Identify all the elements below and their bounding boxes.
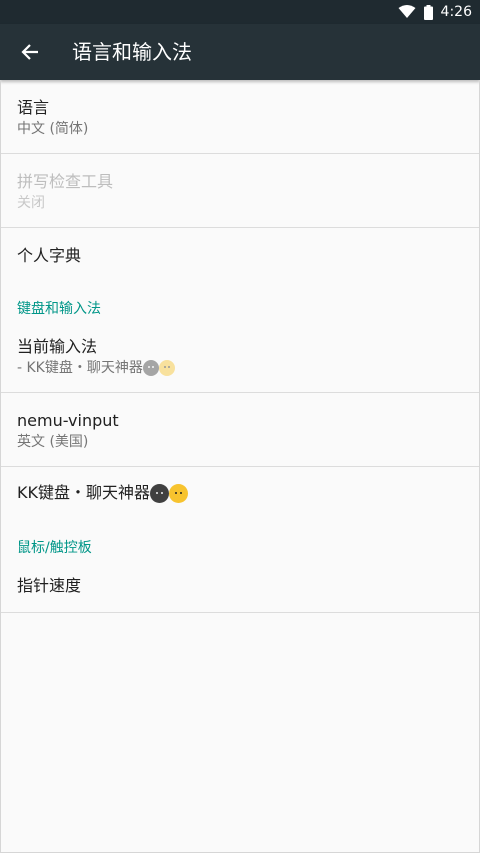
pref-user-dictionary[interactable]: 个人字典: [1, 246, 479, 266]
pref-kk-keyboard[interactable]: KK键盘・聊天神器: [1, 483, 479, 503]
emoji-yellow-face-icon: [169, 484, 188, 503]
pref-language[interactable]: 语言 中文 (简体): [1, 98, 479, 138]
pref-nemu-vinput[interactable]: nemu-vinput 英文 (美国): [1, 411, 479, 451]
page-title: 语言和输入法: [72, 40, 192, 64]
divider: [1, 392, 479, 393]
divider: [1, 153, 479, 154]
emoji-dark-face-icon: [142, 360, 159, 376]
pref-kk-keyboard-title-row: KK键盘・聊天神器: [17, 483, 479, 503]
divider: [1, 612, 479, 613]
pref-current-ime-title: 当前输入法: [17, 337, 98, 356]
emoji-dark-face-icon: [150, 484, 169, 503]
pref-spell-checker-summary: 关闭: [17, 195, 45, 211]
pref-nemu-vinput-summary: 英文 (美国): [17, 434, 89, 450]
divider: [1, 227, 479, 228]
emoji-yellow-face-icon: [158, 360, 175, 376]
pref-pointer-speed-title: 指针速度: [17, 576, 82, 595]
divider: [1, 466, 479, 467]
pref-spell-checker-title: 拼写检查工具: [17, 172, 114, 191]
category-mouse: 鼠标/触控板: [17, 540, 92, 556]
settings-list: 语言 中文 (简体) 拼写检查工具 关闭 个人字典 键盘和输入法 当前输入法 -…: [0, 80, 480, 853]
pref-current-ime[interactable]: 当前输入法 - KK键盘・聊天神器: [1, 337, 479, 377]
pref-current-ime-summary: - KK键盘・聊天神器: [17, 360, 143, 376]
battery-icon: [423, 4, 433, 20]
pref-language-summary: 中文 (简体): [17, 121, 89, 137]
back-arrow-icon: [21, 44, 38, 60]
clock: 4:26: [440, 4, 472, 20]
status-bar: 4:26: [0, 0, 480, 24]
pref-spell-checker[interactable]: 拼写检查工具 关闭: [1, 172, 479, 212]
app-bar: 语言和输入法: [0, 24, 480, 80]
back-button[interactable]: [10, 32, 50, 72]
wifi-icon: [398, 5, 416, 18]
pref-language-title: 语言: [17, 98, 50, 117]
pref-current-ime-summary-row: - KK键盘・聊天神器: [17, 359, 479, 377]
pref-user-dictionary-title: 个人字典: [17, 246, 82, 265]
category-keyboard: 键盘和输入法: [17, 301, 101, 317]
status-icons: 4:26: [398, 0, 472, 24]
pref-nemu-vinput-title: nemu-vinput: [17, 411, 119, 430]
pref-pointer-speed[interactable]: 指针速度: [1, 576, 479, 596]
pref-kk-keyboard-title: KK键盘・聊天神器: [17, 483, 150, 502]
